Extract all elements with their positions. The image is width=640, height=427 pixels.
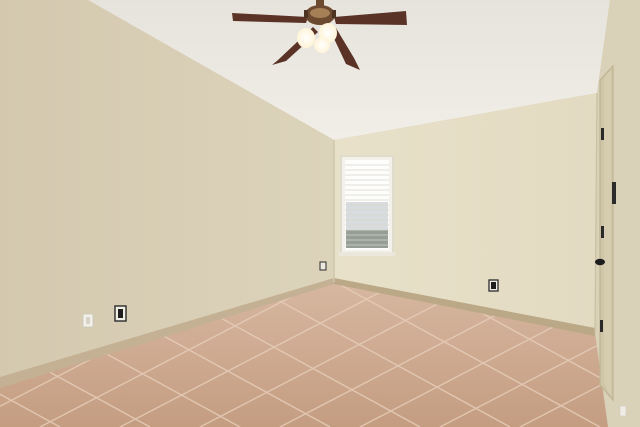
door-hinge	[601, 128, 604, 140]
door-hinge	[601, 226, 604, 238]
electrical-outlet	[488, 279, 499, 292]
electrical-outlet	[319, 261, 327, 271]
electrical-outlet	[114, 305, 127, 322]
door-hinge	[600, 320, 603, 332]
door-knob	[595, 258, 605, 266]
window-with-blinds	[339, 155, 395, 256]
room-scene	[0, 0, 640, 427]
electrical-outlet	[82, 313, 94, 328]
light-switch	[612, 182, 616, 204]
